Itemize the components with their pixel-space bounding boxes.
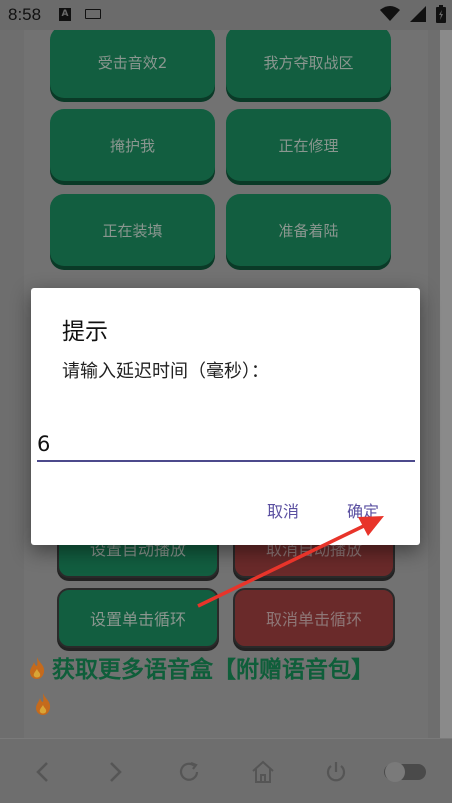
confirm-button[interactable]: 确定 [347,498,379,522]
delay-input-dialog: 提示 请输入延迟时间（毫秒）： 取消 确定 [31,288,420,545]
battery-icon [436,5,446,23]
home-icon[interactable] [250,759,276,785]
cancel-single-loop-button[interactable]: 取消单击循环 [233,588,395,648]
power-icon[interactable] [323,759,349,785]
a-icon: A [59,8,71,21]
dialog-title: 提示 [62,319,108,345]
signal-icon [410,6,426,22]
sound-button[interactable]: 准备着陆 [226,194,391,266]
wifi-icon [380,6,400,21]
background-strip [440,30,452,738]
sound-button[interactable]: 正在装填 [50,194,215,266]
set-single-loop-button[interactable]: 设置单击循环 [57,588,219,648]
back-icon[interactable] [30,759,56,785]
sound-button[interactable]: 掩护我 [50,109,215,181]
dialog-message: 请输入延迟时间（毫秒）： [62,361,269,382]
promo-link[interactable]: 获取更多语音盒【附赠语音包】 [28,652,388,724]
flame-icon [36,693,51,715]
sound-button[interactable]: 受击音效2 [50,30,215,98]
sound-button[interactable]: 我方夺取战区 [226,30,391,98]
toggle-icon[interactable] [382,759,428,785]
cancel-button[interactable]: 取消 [267,498,299,522]
bottom-nav [0,738,452,803]
status-bar: 8:58 A [0,0,452,30]
delay-input[interactable] [37,428,415,462]
flame-icon [30,657,45,679]
keyboard-icon [85,9,101,19]
refresh-icon[interactable] [176,759,202,785]
status-time: 8:58 [8,5,42,24]
forward-icon[interactable] [102,759,128,785]
promo-text: 获取更多语音盒【附赠语音包】 [52,657,374,683]
sound-button[interactable]: 正在修理 [226,109,391,181]
